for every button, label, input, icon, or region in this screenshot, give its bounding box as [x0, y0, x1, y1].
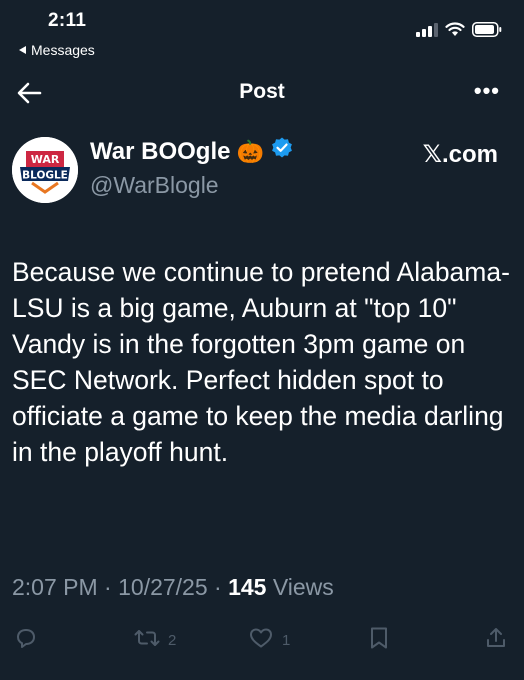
- tweet-text: Because we continue to pretend Alabama-L…: [12, 257, 510, 467]
- author-name-row[interactable]: War BOOgle 🎃: [90, 136, 294, 167]
- avatar-text-bottom: BLOGLE: [22, 170, 68, 182]
- status-icons: [416, 22, 502, 42]
- back-to-app-link[interactable]: Messages: [17, 42, 95, 58]
- views-label: Views: [272, 574, 334, 600]
- bookmark-button[interactable]: [368, 626, 390, 654]
- author-handle[interactable]: @WarBlogle: [90, 172, 219, 199]
- tweet-time: 2:07 PM: [12, 574, 98, 600]
- more-options-icon[interactable]: •••: [474, 78, 500, 104]
- meta-separator: ·: [214, 574, 222, 600]
- battery-icon: [472, 22, 502, 42]
- views-count: 145: [228, 574, 267, 600]
- like-count: 1: [282, 631, 291, 649]
- heart-icon: [248, 626, 274, 654]
- status-time: 2:11: [48, 10, 87, 31]
- wifi-icon: [445, 22, 465, 42]
- cellular-signal-icon: [416, 22, 438, 42]
- repost-button[interactable]: 2: [134, 626, 176, 654]
- like-button[interactable]: 1: [248, 626, 290, 654]
- reply-button[interactable]: [14, 626, 38, 654]
- page-title: Post: [239, 80, 285, 103]
- verified-badge-icon: [270, 136, 294, 167]
- back-triangle-icon: [17, 42, 27, 58]
- share-button[interactable]: [484, 626, 508, 654]
- avatar[interactable]: WAR BLOGLE: [12, 137, 78, 203]
- bookmark-icon: [368, 626, 390, 654]
- tweet-date: 10/27/25: [118, 574, 208, 600]
- repost-icon: [134, 626, 160, 654]
- avatar-text-top: WAR: [31, 153, 60, 166]
- xcom-watermark: 𝕏.com: [422, 141, 498, 168]
- pumpkin-emoji: 🎃: [236, 138, 264, 164]
- author-name: War BOOgle: [90, 137, 231, 165]
- meta-separator: ·: [104, 574, 112, 600]
- back-app-label: Messages: [31, 42, 95, 58]
- repost-count: 2: [168, 631, 177, 649]
- tweet-meta: 2:07 PM · 10/27/25 · 145 Views: [12, 574, 334, 601]
- reply-icon: [14, 626, 38, 654]
- share-icon: [484, 626, 508, 654]
